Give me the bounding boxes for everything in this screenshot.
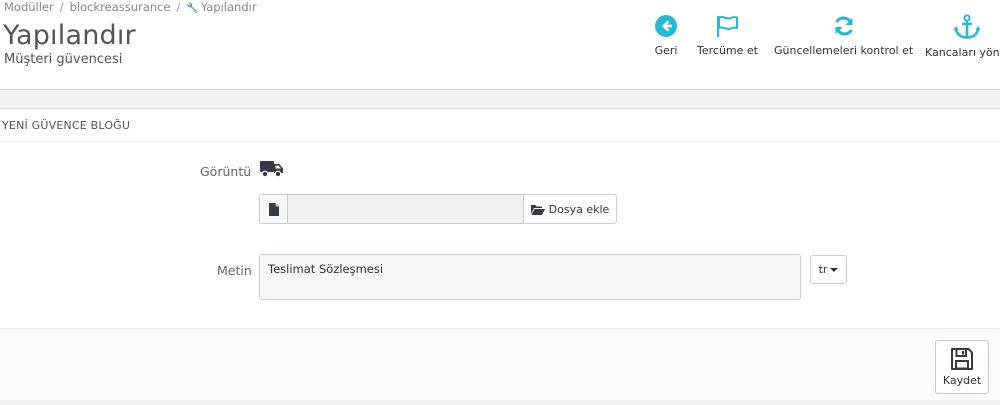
panel-heading: YENİ GÜVENCE BLOĞU (0, 109, 1000, 142)
breadcrumb-current: Yapılandır (200, 0, 257, 14)
file-addon (260, 195, 288, 223)
add-file-button-label: Dosya ekle (548, 202, 610, 216)
folder-open-icon (530, 204, 545, 215)
save-button[interactable]: Kaydet (935, 340, 989, 394)
manage-hooks-button-label: Kancaları yöne (925, 46, 1000, 59)
manage-hooks-button[interactable]: Kancaları yöne (925, 14, 1000, 59)
breadcrumb: Modüller / blockreassurance / 🔧 Yapılandır (4, 0, 257, 14)
save-button-label: Kaydet (942, 374, 982, 387)
refresh-icon (834, 16, 853, 36)
text-label: Metin (217, 263, 252, 278)
translate-button[interactable]: Tercüme et (697, 14, 758, 57)
add-file-button[interactable]: Dosya ekle (523, 195, 616, 223)
page-header: Modüller / blockreassurance / 🔧 Yapılandır Ya… (0, 0, 1000, 90)
back-button-label: Geri (654, 44, 678, 57)
file-upload-group: Dosya ekle (259, 194, 617, 224)
image-label: Görüntü (200, 164, 252, 179)
language-dropdown[interactable]: tr (810, 255, 847, 284)
truck-icon (260, 161, 283, 178)
back-button[interactable]: Geri (654, 14, 678, 57)
check-updates-button-label: Güncellemeleri kontrol et (774, 44, 914, 57)
check-updates-button[interactable]: Güncellemeleri kontrol et (774, 14, 913, 57)
page-subtitle: Müşteri güvencesi (4, 52, 123, 67)
caret-down-icon (830, 267, 839, 272)
anchor-icon (953, 14, 981, 39)
file-name-field[interactable] (288, 195, 523, 223)
flag-icon (717, 16, 739, 37)
breadcrumb-module-link[interactable]: blockreassurance (70, 0, 171, 14)
translate-button-label: Tercüme et (697, 44, 758, 57)
breadcrumb-separator: / (59, 0, 64, 14)
page-title: Yapılandır (3, 20, 136, 51)
file-icon (268, 202, 279, 216)
wrench-icon: 🔧 (186, 3, 199, 14)
save-icon (951, 348, 973, 370)
breadcrumb-separator: / (176, 0, 181, 14)
arrow-circle-left-icon (655, 15, 677, 37)
breadcrumb-modules-link[interactable]: Modüller (4, 0, 54, 14)
reassurance-block-panel: YENİ GÜVENCE BLOĞU Görüntü Dosya ekle Me… (0, 108, 1000, 400)
text-textarea[interactable]: Teslimat Sözleşmesi (259, 254, 801, 300)
panel-footer: Kaydet (0, 328, 1000, 400)
language-dropdown-value: tr (818, 263, 828, 276)
